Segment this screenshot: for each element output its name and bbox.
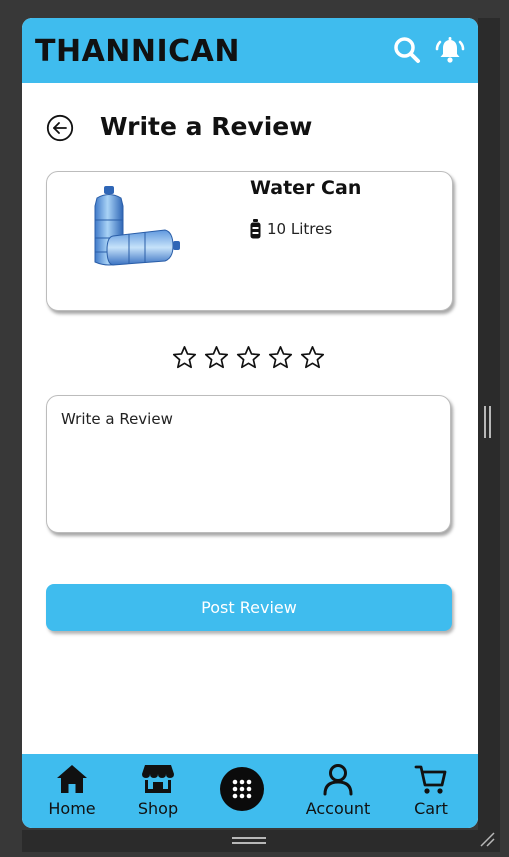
grid-menu-icon <box>232 779 252 799</box>
nav-account[interactable]: Account <box>305 754 371 828</box>
nav-cart-label: Cart <box>414 799 448 818</box>
review-box <box>46 395 451 533</box>
cart-icon <box>414 765 447 794</box>
bottle-icon <box>250 219 261 239</box>
nav-shop-label: Shop <box>137 799 179 818</box>
grid-menu-button[interactable] <box>220 767 264 811</box>
shop-icon <box>142 765 174 793</box>
back-arrow-icon[interactable] <box>46 114 74 142</box>
vertical-resize-grip[interactable] <box>484 406 491 438</box>
nav-cart[interactable]: Cart <box>410 754 452 828</box>
horizontal-resize-grip[interactable] <box>232 837 266 844</box>
star-icon[interactable] <box>204 345 229 370</box>
app-header: THANNICAN <box>22 18 478 83</box>
app-screen: THANNICAN Write a Review Water Can 10 Li… <box>22 18 478 828</box>
star-icon[interactable] <box>268 345 293 370</box>
nav-home[interactable]: Home <box>46 754 98 828</box>
bell-ringing-icon[interactable] <box>435 35 465 65</box>
account-icon <box>323 764 353 796</box>
bottom-nav: Home Shop Account Cart <box>22 754 478 828</box>
home-icon <box>57 765 87 793</box>
star-icon[interactable] <box>172 345 197 370</box>
star-icon[interactable] <box>236 345 261 370</box>
nav-home-label: Home <box>48 799 96 818</box>
resize-corner-icon[interactable] <box>479 831 495 847</box>
search-icon[interactable] <box>392 35 422 65</box>
page-title: Write a Review <box>100 112 313 141</box>
star-icon[interactable] <box>300 345 325 370</box>
post-review-button[interactable]: Post Review <box>46 584 452 631</box>
brand-title: THANNICAN <box>35 34 241 69</box>
water-can-image <box>94 186 180 266</box>
product-card: Water Can 10 Litres <box>46 171 453 311</box>
nav-account-label: Account <box>305 799 371 818</box>
product-quantity-text: 10 Litres <box>267 220 333 238</box>
review-input[interactable] <box>47 396 450 532</box>
star-rating <box>172 345 325 370</box>
product-quantity: 10 Litres <box>250 219 332 239</box>
nav-shop[interactable]: Shop <box>133 754 183 828</box>
product-name: Water Can <box>250 177 362 199</box>
